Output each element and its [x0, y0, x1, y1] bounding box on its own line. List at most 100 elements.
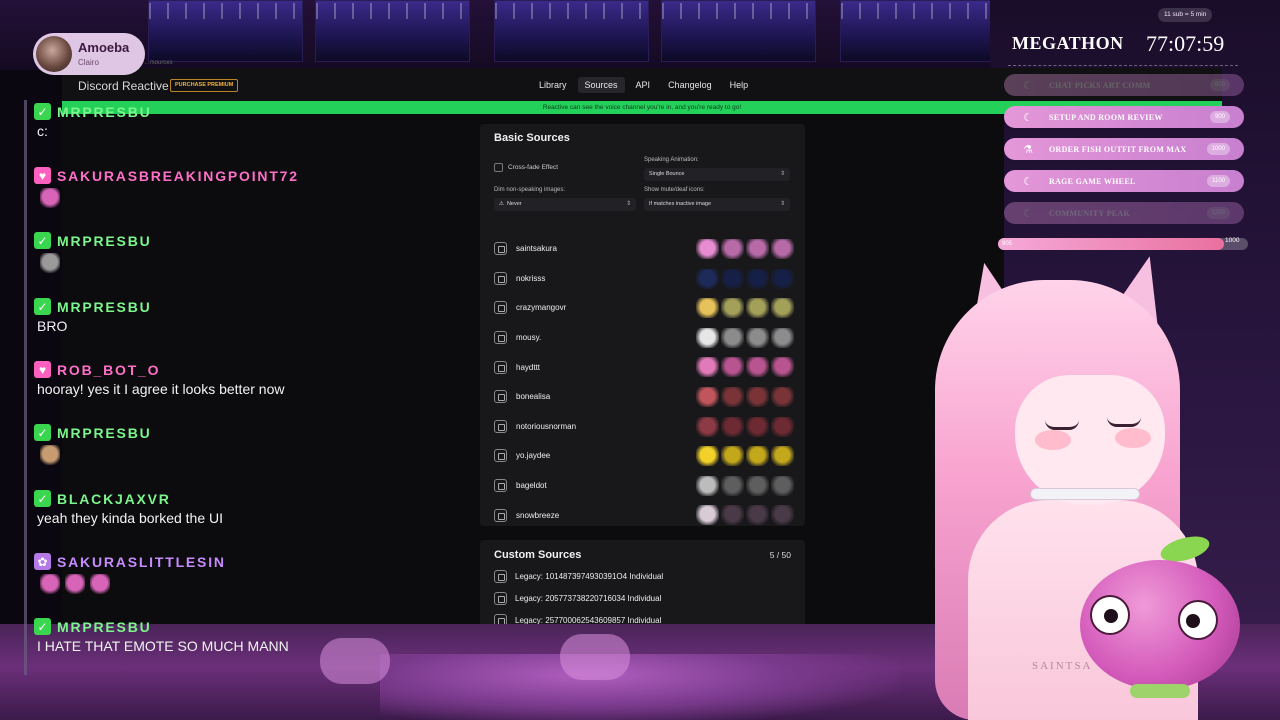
nav-help[interactable]: Help — [723, 77, 756, 93]
source-thumbnail[interactable] — [771, 268, 794, 289]
source-thumbnail[interactable] — [696, 386, 719, 407]
source-thumbnail[interactable] — [771, 239, 794, 259]
source-thumbnail[interactable] — [771, 327, 794, 348]
moon-icon: ☾ — [1023, 79, 1033, 92]
chat-emote — [40, 445, 60, 465]
source-thumbnail[interactable] — [721, 475, 744, 496]
source-thumbnail[interactable] — [696, 357, 719, 378]
clipboard-icon[interactable] — [494, 508, 507, 522]
streamer-name: Amoeba — [78, 40, 130, 55]
source-row[interactable]: mousy. — [494, 323, 794, 353]
source-thumbnail[interactable] — [771, 416, 794, 437]
clipboard-icon[interactable] — [494, 360, 507, 374]
mute-icons-value: If matches inactive image — [649, 201, 712, 207]
source-thumbnail[interactable] — [696, 327, 719, 348]
source-thumbnail[interactable] — [746, 505, 769, 526]
chat-text: hooray! yes it I agree it looks better n… — [37, 381, 285, 397]
source-thumbnail[interactable] — [771, 505, 794, 526]
source-thumbnails — [696, 475, 794, 496]
clipboard-icon[interactable] — [494, 614, 507, 624]
source-thumbnail[interactable] — [721, 327, 744, 348]
custom-source-row[interactable]: Legacy: 205773738220716034 Individual — [494, 592, 661, 605]
source-thumbnail[interactable] — [721, 239, 744, 259]
source-thumbnail[interactable] — [721, 446, 744, 467]
source-name: crazymangovr — [516, 303, 567, 313]
clipboard-icon[interactable] — [494, 449, 507, 463]
clipboard-icon[interactable] — [494, 271, 507, 285]
source-name: mousy. — [516, 333, 542, 343]
source-thumbnail[interactable] — [721, 386, 744, 407]
nav-library[interactable]: Library — [532, 77, 574, 93]
source-thumbnail[interactable] — [746, 268, 769, 289]
nav-api[interactable]: API — [629, 77, 658, 93]
source-thumbnail[interactable] — [721, 357, 744, 378]
source-name: nokrisss — [516, 273, 546, 283]
nav-sources[interactable]: Sources — [577, 77, 625, 93]
crossfade-checkbox[interactable] — [494, 163, 503, 172]
speaking-animation-select[interactable]: Single Bounce ⇕ — [644, 168, 790, 181]
source-row[interactable]: haydttt — [494, 352, 794, 382]
source-thumbnail[interactable] — [771, 357, 794, 378]
clipboard-icon[interactable] — [494, 419, 507, 433]
chat-emote — [40, 574, 60, 594]
custom-source-row[interactable]: Legacy: 257700062543609857 Individual — [494, 614, 661, 624]
source-thumbnail[interactable] — [746, 416, 769, 437]
source-row[interactable]: notoriousnorman — [494, 412, 794, 442]
nav-changelog[interactable]: Changelog — [661, 77, 719, 93]
chat-emote — [40, 188, 60, 208]
goal-item: ☾ SETUP AND ROOM REVIEW 900 — [1004, 106, 1244, 128]
source-thumbnail[interactable] — [771, 386, 794, 407]
source-row[interactable]: bageldot — [494, 471, 794, 501]
progress-target-value: 1000 — [1225, 237, 1240, 244]
clipboard-icon[interactable] — [494, 390, 507, 404]
dim-images-select[interactable]: ⚠ Never ⇕ — [494, 198, 636, 211]
source-row[interactable]: bonealisa — [494, 382, 794, 412]
clipboard-icon[interactable] — [494, 331, 507, 345]
purchase-premium-button[interactable]: PURCHASE PREMIUM — [170, 79, 239, 92]
source-thumbnail[interactable] — [746, 239, 769, 259]
url-text: …/sources — [144, 60, 173, 66]
source-thumbnail[interactable] — [696, 446, 719, 467]
custom-source-row[interactable]: Legacy: 1014873974930391O4 Individual — [494, 570, 663, 583]
clipboard-icon[interactable] — [494, 301, 507, 315]
source-thumbnail[interactable] — [696, 505, 719, 526]
source-thumbnail[interactable] — [746, 327, 769, 348]
goal-value: 1000 — [1206, 143, 1230, 155]
source-thumbnail[interactable] — [721, 268, 744, 289]
source-thumbnail[interactable] — [746, 446, 769, 467]
source-thumbnail[interactable] — [771, 475, 794, 496]
mute-icons-select[interactable]: If matches inactive image ⇕ — [644, 198, 790, 211]
source-thumbnail[interactable] — [746, 298, 769, 319]
source-row[interactable]: saintsakura — [494, 234, 794, 264]
source-thumbnails — [696, 327, 794, 348]
source-row[interactable]: snowbreeze — [494, 500, 794, 530]
clipboard-icon[interactable] — [494, 479, 507, 493]
clipboard-icon[interactable] — [494, 592, 507, 605]
source-thumbnail[interactable] — [696, 475, 719, 496]
sub-rate-badge: 11 sub = 5 min — [1158, 8, 1213, 22]
source-row[interactable]: crazymangovr — [494, 293, 794, 323]
source-thumbnail[interactable] — [721, 505, 744, 526]
avatar-eye — [1045, 420, 1079, 430]
source-thumbnail[interactable] — [696, 416, 719, 437]
source-row[interactable]: yo.jaydee — [494, 441, 794, 471]
goal-value: 900 — [1209, 111, 1230, 123]
source-row[interactable]: nokrisss — [494, 264, 794, 294]
source-thumbnail[interactable] — [696, 298, 719, 319]
source-thumbnail[interactable] — [721, 298, 744, 319]
source-thumbnail[interactable] — [771, 446, 794, 467]
background-window — [315, 0, 470, 62]
clipboard-icon[interactable] — [494, 242, 507, 256]
clipboard-icon[interactable] — [494, 570, 507, 583]
source-name: bonealisa — [516, 392, 551, 402]
streamer-subtitle: Clairo — [78, 58, 99, 67]
source-thumbnail[interactable] — [746, 475, 769, 496]
source-thumbnail[interactable] — [721, 416, 744, 437]
source-thumbnail[interactable] — [771, 298, 794, 319]
source-thumbnail[interactable] — [746, 386, 769, 407]
avatar — [36, 36, 72, 72]
source-thumbnail[interactable] — [696, 239, 719, 259]
source-thumbnail[interactable] — [746, 357, 769, 378]
source-thumbnail[interactable] — [696, 268, 719, 289]
crossfade-option[interactable]: Cross-fade Effect — [494, 163, 558, 172]
